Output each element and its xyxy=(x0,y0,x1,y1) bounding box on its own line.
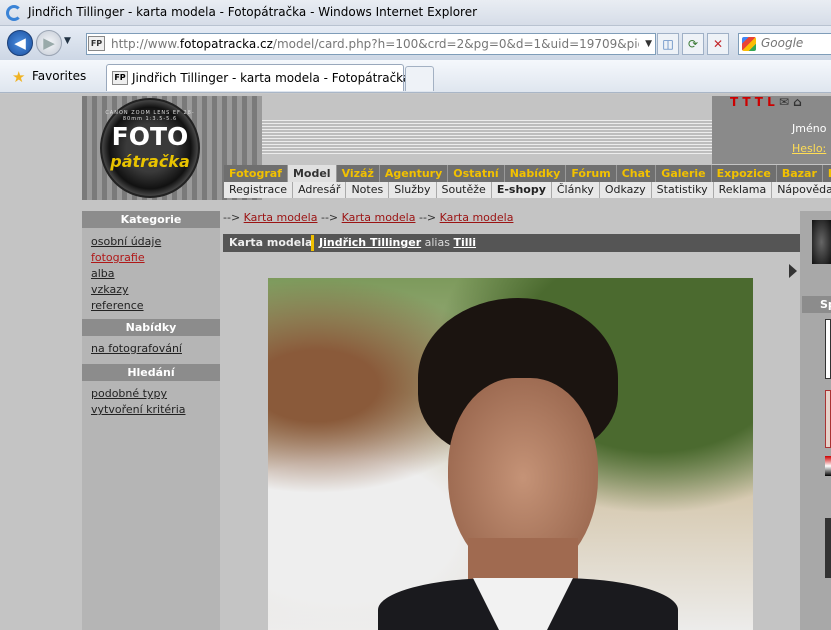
site-favicon-icon: FP xyxy=(88,36,105,51)
sub-menu-item[interactable]: Adresář xyxy=(293,182,347,198)
model-name-line: Jindřich Tillinger alias Tilli xyxy=(319,234,476,252)
logo-ring-text: CANON ZOOM LENS EF 28-80mm 1:3.5-5.6 xyxy=(105,110,195,122)
right-thumbnail[interactable] xyxy=(825,319,831,379)
breadcrumb-separator: --> xyxy=(223,211,241,224)
breadcrumb-separator: --> xyxy=(320,211,339,224)
login-password-label[interactable]: Heslo: xyxy=(792,142,826,155)
window-title: Jindřich Tillinger - karta modela - Foto… xyxy=(28,5,478,19)
home-icon[interactable]: ⌂ xyxy=(793,95,802,109)
browser-tab[interactable]: FP Jindřich Tillinger - karta modela - F… xyxy=(106,64,410,91)
main-menu-item[interactable]: Model xyxy=(287,165,337,182)
tab-label: Jindřich Tillinger - karta modela - Foto… xyxy=(132,71,411,85)
sidebar-link-alba[interactable]: alba xyxy=(91,267,115,280)
sidebar: Kategorie osobní údaje fotografie alba v… xyxy=(82,211,220,630)
compatibility-view-icon[interactable]: ◫ xyxy=(657,33,679,55)
sub-menu-item[interactable]: Články xyxy=(552,182,600,198)
ttl-text-size-icons[interactable]: T T T L xyxy=(730,95,775,109)
logo-foto-text: FOTO xyxy=(111,122,189,151)
main-menu-item[interactable]: Lokace xyxy=(823,165,831,182)
card-separator xyxy=(311,235,314,251)
sub-menu-item[interactable]: Reklama xyxy=(714,182,773,198)
favorites-star-icon[interactable]: ★ xyxy=(12,68,25,86)
alias-label: alias xyxy=(424,236,450,249)
breadcrumb-link[interactable]: Karta modela xyxy=(244,211,318,224)
site-logo[interactable]: CANON ZOOM LENS EF 28-80mm 1:3.5-5.6 FOT… xyxy=(100,98,200,198)
right-thumbnail[interactable] xyxy=(812,220,831,264)
window-titlebar: Jindřich Tillinger - karta modela - Foto… xyxy=(0,0,831,26)
model-name-link[interactable]: Jindřich Tillinger xyxy=(319,236,421,249)
right-column-heading: Sp xyxy=(802,296,831,313)
url-prefix: http://www. xyxy=(111,37,180,51)
sidebar-link-reference[interactable]: reference xyxy=(91,299,144,312)
breadcrumb-link[interactable]: Karta modela xyxy=(440,211,514,224)
refresh-icon[interactable]: ⟳ xyxy=(682,33,704,55)
right-thumbnail[interactable] xyxy=(825,390,831,448)
address-bar[interactable]: http://www.fotopatracka.cz/model/card.ph… xyxy=(86,33,656,55)
sub-menu-item[interactable]: Statistiky xyxy=(652,182,714,198)
address-url[interactable]: http://www.fotopatracka.cz/model/card.ph… xyxy=(111,34,639,54)
sidebar-link-na-fotografovani[interactable]: na fotografování xyxy=(91,342,182,355)
sub-menu-item[interactable]: E-shopy xyxy=(492,182,552,198)
sub-menu-item[interactable]: Nápověda xyxy=(772,182,831,198)
search-box[interactable] xyxy=(738,33,831,55)
mail-icon[interactable]: ✉ xyxy=(779,95,789,109)
main-menu-item[interactable]: Fórum xyxy=(566,165,617,182)
model-alias-link[interactable]: Tilli xyxy=(453,236,476,249)
forward-button[interactable]: ▶ xyxy=(36,30,62,56)
new-tab-button[interactable] xyxy=(405,66,434,91)
model-photo[interactable] xyxy=(268,278,753,630)
sub-menu-item[interactable]: Soutěže xyxy=(437,182,492,198)
sub-menu-item[interactable]: Služby xyxy=(389,182,437,198)
right-thumbnail[interactable] xyxy=(825,518,831,578)
header-film-strip xyxy=(262,120,712,154)
back-button[interactable]: ◀ xyxy=(7,30,33,56)
main-menu-item[interactable]: Galerie xyxy=(656,165,712,182)
google-icon xyxy=(742,37,756,51)
sidebar-heading-hledani: Hledání xyxy=(82,364,220,381)
sub-menu-item[interactable]: Notes xyxy=(346,182,390,198)
next-photo-arrow-icon[interactable] xyxy=(789,264,797,278)
right-thumbnail[interactable] xyxy=(825,456,831,476)
sub-menu-item[interactable]: Odkazy xyxy=(600,182,652,198)
sidebar-link-vzkazy[interactable]: vzkazy xyxy=(91,283,129,296)
tab-favicon-icon: FP xyxy=(112,71,128,85)
sidebar-link-vytvoreni-kriteria[interactable]: vytvoření kritéria xyxy=(91,403,186,416)
sidebar-heading-nabidky: Nabídky xyxy=(82,319,220,336)
search-input[interactable] xyxy=(761,36,831,50)
main-menu-item[interactable]: Agentury xyxy=(380,165,449,182)
sidebar-link-podobne-typy[interactable]: podobné typy xyxy=(91,387,167,400)
breadcrumb-separator: --> xyxy=(418,211,437,224)
sidebar-link-fotografie[interactable]: fotografie xyxy=(91,251,145,264)
main-menu-item[interactable]: Nabídky xyxy=(505,165,567,182)
sub-menu-item[interactable]: Registrace xyxy=(224,182,294,198)
url-path: /model/card.php?h=100&crd=2&pg=0&d=1&uid… xyxy=(272,37,639,51)
history-dropdown-icon[interactable]: ▼ xyxy=(64,36,71,46)
breadcrumb: --> Karta modela --> Karta modela --> Ka… xyxy=(223,211,513,224)
sidebar-heading-kategorie: Kategorie xyxy=(82,211,220,228)
main-menu-item[interactable]: Ostatní xyxy=(448,165,505,182)
breadcrumb-link[interactable]: Karta modela xyxy=(342,211,416,224)
page-content: CANON ZOOM LENS EF 28-80mm 1:3.5-5.6 FOT… xyxy=(0,94,831,630)
login-name-label: Jméno xyxy=(792,122,827,135)
favorites-button[interactable]: Favorites xyxy=(32,69,86,83)
logo-patracka-text: pátračka xyxy=(110,152,190,171)
sub-menu: Registrace Adresář Notes Služby Soutěže E-sho… xyxy=(224,182,831,198)
main-menu-item[interactable]: Fotograf xyxy=(224,165,288,182)
header-tools[interactable]: T T T L ✉ ⌂ xyxy=(730,95,802,109)
ie-logo-icon xyxy=(6,5,22,21)
card-title: Karta modela xyxy=(229,236,313,249)
main-menu-item[interactable]: Vizáž xyxy=(337,165,380,182)
sidebar-link-osobni-udaje[interactable]: osobní údaje xyxy=(91,235,161,248)
url-domain: fotopatracka.cz xyxy=(179,37,273,51)
model-card-header: Karta modela Jindřich Tillinger alias Ti… xyxy=(223,234,800,252)
main-menu: Fotograf Model Vizáž Agentury Ostatní Nabídky… xyxy=(224,165,831,182)
stop-icon[interactable]: ✕ xyxy=(707,33,729,55)
address-dropdown-icon[interactable]: ▼ xyxy=(645,34,652,54)
main-menu-item[interactable]: Bazar xyxy=(777,165,823,182)
main-menu-item[interactable]: Chat xyxy=(617,165,657,182)
main-menu-item[interactable]: Expozice xyxy=(712,165,777,182)
